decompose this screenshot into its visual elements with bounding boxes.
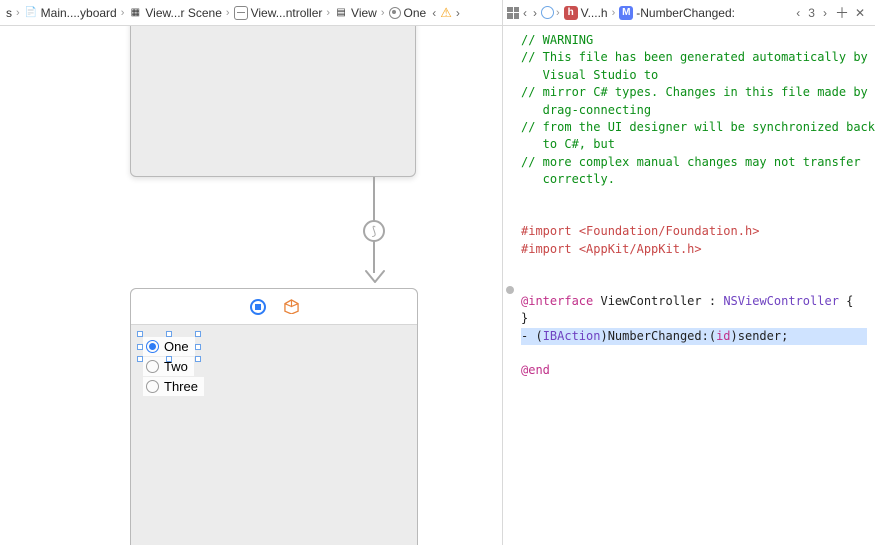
chevron-left-icon[interactable]: ‹ [430, 6, 438, 20]
scene-titlebar [131, 289, 417, 325]
assistant-counter: 3 [808, 6, 815, 20]
breadcrumb-item[interactable]: One [387, 6, 429, 20]
view-icon: ▤ [334, 6, 348, 20]
radio-button-group[interactable]: One Two Three [143, 337, 204, 396]
counterparts-icon[interactable] [541, 6, 554, 19]
code-comment: // This file has been generated automati… [521, 50, 868, 64]
code-type: NSViewController [723, 294, 839, 308]
code-comment: // more complex manual changes may not t… [521, 155, 861, 169]
radio-button-three[interactable]: Three [143, 377, 204, 396]
scene-icon: ▦ [128, 6, 142, 20]
scene-exit-icon[interactable] [284, 299, 299, 314]
radio-indicator-icon [146, 360, 159, 373]
add-assistant-icon[interactable]: ＋ [835, 3, 849, 23]
code-comment: // from the UI designer will be synchron… [521, 120, 875, 134]
code-directive: #import [521, 242, 572, 256]
code-comment: // WARNING [521, 33, 593, 47]
breadcrumb-item[interactable]: h V....h [562, 6, 610, 20]
breadcrumb-item[interactable]: s [4, 6, 14, 20]
radio-button-one[interactable]: One [143, 337, 195, 356]
code-include: <AppKit/AppKit.h> [579, 242, 702, 256]
breadcrumb-item[interactable]: View...ntroller [232, 6, 325, 20]
code-editor[interactable]: // WARNING // This file has been generat… [503, 26, 875, 545]
breadcrumb-item[interactable]: ▦ View...r Scene [126, 6, 224, 20]
code-keyword: @end [521, 363, 550, 377]
code-directive: #import [521, 224, 572, 238]
next-icon[interactable]: › [821, 6, 829, 20]
breadcrumb-item[interactable]: ▤ View [332, 6, 379, 20]
breadcrumb-item[interactable]: 📄 Main....yboard [22, 6, 119, 20]
viewcontroller-icon [234, 6, 248, 20]
close-assistant-icon[interactable]: ✕ [855, 6, 865, 20]
code-include: <Foundation/Foundation.h> [579, 224, 760, 238]
code-comment: // mirror C# types. Changes in this file… [521, 85, 868, 99]
code-comment: to C#, but [521, 137, 615, 151]
breadcrumb-left: s › 📄 Main....yboard › ▦ View...r Scene … [0, 0, 503, 25]
first-responder-icon[interactable] [250, 299, 266, 315]
code-comment: drag-connecting [521, 103, 651, 117]
segue-knob-icon[interactable]: ⟆ [363, 220, 385, 242]
code-class: ViewController [600, 294, 701, 308]
view-controller-scene[interactable]: One Two Three [130, 288, 418, 545]
back-icon[interactable]: ‹ [521, 6, 529, 20]
radio-button-two[interactable]: Two [143, 357, 194, 376]
radio-indicator-icon [146, 380, 159, 393]
interface-builder-canvas[interactable]: ⟆ One [0, 26, 503, 545]
method-icon: M [619, 6, 633, 20]
warning-icon[interactable]: ⚠ [440, 5, 452, 21]
prev-icon[interactable]: ‹ [794, 6, 802, 20]
forward-icon[interactable]: › [531, 6, 539, 20]
window-preview[interactable] [130, 26, 416, 177]
file-icon: 📄 [24, 6, 38, 20]
chevron-right-icon[interactable]: › [454, 6, 462, 20]
radio-icon [389, 7, 401, 19]
code-highlighted-line: - (IBAction)NumberChanged:(id)sender; [521, 328, 867, 345]
breadcrumb-right: ‹ › › h V....h › M -NumberChanged: ‹ 3 ›… [503, 0, 875, 25]
breadcrumb-item[interactable]: M -NumberChanged: [617, 6, 737, 20]
code-comment: correctly. [521, 172, 615, 186]
header-file-icon: h [564, 6, 578, 20]
code-comment: Visual Studio to [521, 68, 658, 82]
code-keyword: @interface [521, 294, 593, 308]
radio-indicator-icon [146, 340, 159, 353]
arrow-down-icon [365, 269, 385, 286]
